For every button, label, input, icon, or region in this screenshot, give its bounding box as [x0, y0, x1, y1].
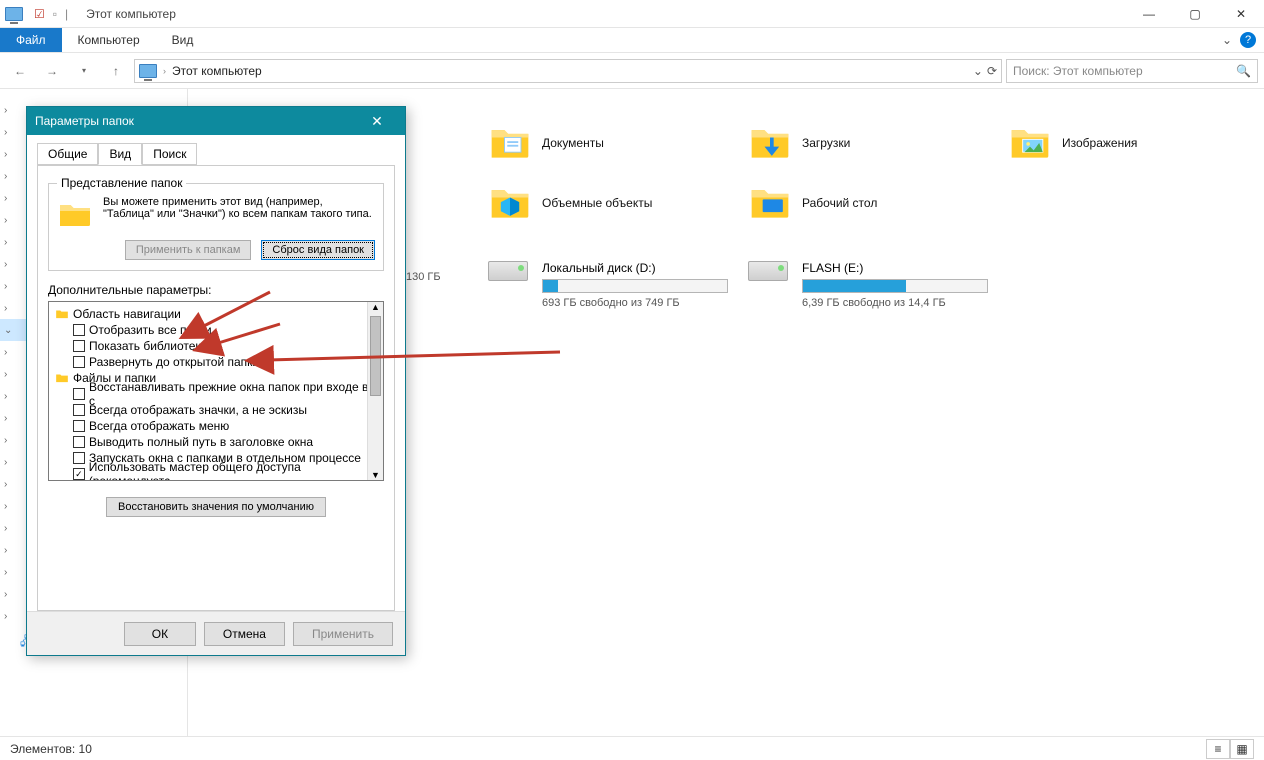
- ribbon-tab-computer[interactable]: Компьютер: [62, 28, 156, 52]
- ribbon-tab-view[interactable]: Вид: [156, 28, 210, 52]
- nav-history-dropdown[interactable]: ▾: [70, 57, 98, 85]
- folder-label: Объемные объекты: [542, 196, 652, 210]
- dialog-tab-content: Представление папок Вы можете применить …: [37, 165, 395, 611]
- drive-free-truncated: 130 ГБ: [406, 271, 466, 283]
- ribbon-expand-icon[interactable]: ⌄: [1222, 33, 1232, 47]
- search-icon: 🔍: [1236, 64, 1251, 78]
- tree-check-restore[interactable]: Восстанавливать прежние окна папок при в…: [55, 386, 377, 402]
- view-details-icon[interactable]: ≡: [1206, 739, 1230, 759]
- folder-label: Изображения: [1062, 136, 1137, 150]
- drive-label: FLASH (E:): [802, 261, 988, 275]
- restore-defaults-button[interactable]: Восстановить значения по умолчанию: [106, 497, 326, 517]
- address-separator-icon: ›: [163, 66, 166, 76]
- drive-tile-d[interactable]: Локальный диск (D:) 693 ГБ свободно из 7…: [488, 261, 728, 309]
- tree-check-sharing[interactable]: ✓Использовать мастер общего доступа (рек…: [55, 466, 377, 481]
- address-dropdown-icon[interactable]: ⌄: [973, 64, 983, 78]
- folder-icon: [1008, 121, 1052, 165]
- folder-icon: [57, 196, 93, 232]
- tree-check-show-all[interactable]: Отобразить все папки: [55, 322, 377, 338]
- dialog-tab-general[interactable]: Общие: [37, 143, 98, 165]
- qat-divider: |: [65, 7, 68, 21]
- address-icon: [139, 64, 157, 78]
- address-crumb[interactable]: Этот компьютер: [172, 64, 262, 78]
- folder-view-fieldset: Представление папок Вы можете применить …: [48, 176, 384, 271]
- refresh-icon[interactable]: ⟳: [987, 64, 997, 78]
- scrollbar-thumb[interactable]: [370, 316, 381, 396]
- dialog-tab-view[interactable]: Вид: [98, 143, 142, 165]
- dialog-tabs: Общие Вид Поиск: [27, 135, 405, 165]
- minimize-button[interactable]: —: [1126, 0, 1172, 28]
- folder-icon: [55, 307, 69, 321]
- folder-icon: [488, 181, 532, 225]
- usage-bar: [542, 279, 728, 293]
- search-placeholder: Поиск: Этот компьютер: [1013, 64, 1143, 78]
- folder-label: Рабочий стол: [802, 196, 877, 210]
- ok-button[interactable]: ОК: [124, 622, 196, 646]
- dialog-title: Параметры папок: [35, 114, 134, 128]
- folder-options-dialog: Параметры папок ✕ Общие Вид Поиск Предст…: [26, 106, 406, 656]
- fieldset-legend: Представление папок: [57, 176, 186, 190]
- app-icon: [2, 2, 26, 26]
- tree-check-show-libs[interactable]: Показать библиотеки: [55, 338, 377, 354]
- reset-folders-button[interactable]: Сброс вида папок: [261, 240, 375, 260]
- folder-tile-documents[interactable]: Документы: [488, 117, 728, 169]
- window-title: Этот компьютер: [86, 7, 176, 21]
- nav-forward-button[interactable]: →: [38, 57, 66, 85]
- qat-item[interactable]: ☑: [34, 7, 45, 21]
- dialog-close-button[interactable]: ✕: [357, 113, 397, 130]
- qat-item[interactable]: ▫: [53, 7, 57, 21]
- folder-icon: [748, 121, 792, 165]
- folder-label: Загрузки: [802, 136, 850, 150]
- drive-tile-c-truncated[interactable]: 130 ГБ: [406, 267, 466, 283]
- tree-check-menu[interactable]: Всегда отображать меню: [55, 418, 377, 434]
- disk-icon: [488, 261, 532, 293]
- search-input[interactable]: Поиск: Этот компьютер 🔍: [1006, 59, 1258, 83]
- help-icon[interactable]: ?: [1240, 32, 1256, 48]
- nav-up-button[interactable]: ↑: [102, 57, 130, 85]
- status-bar: Элементов: 10 ≡ ▦: [0, 736, 1264, 760]
- apply-to-folders-button[interactable]: Применить к папкам: [125, 240, 252, 260]
- drive-free: 693 ГБ свободно из 749 ГБ: [542, 297, 728, 309]
- ribbon-bar: Файл Компьютер Вид ⌄ ?: [0, 28, 1264, 53]
- dialog-titlebar[interactable]: Параметры папок ✕: [27, 107, 405, 135]
- disk-icon: [748, 261, 792, 293]
- cancel-button[interactable]: Отмена: [204, 622, 285, 646]
- tree-check-expand[interactable]: Развернуть до открытой папки: [55, 354, 377, 370]
- folder-icon: [488, 121, 532, 165]
- folder-tile-downloads[interactable]: Загрузки: [748, 117, 988, 169]
- nav-back-button[interactable]: ←: [6, 57, 34, 85]
- address-bar[interactable]: › Этот компьютер ⌄ ⟳: [134, 59, 1002, 83]
- usage-bar: [802, 279, 988, 293]
- drive-tile-e[interactable]: FLASH (E:) 6,39 ГБ свободно из 14,4 ГБ: [748, 261, 988, 309]
- folder-tile-3dobjects[interactable]: Объемные объекты: [488, 177, 728, 229]
- folder-label: Документы: [542, 136, 604, 150]
- view-tiles-icon[interactable]: ▦: [1230, 739, 1254, 759]
- folder-tile-pictures[interactable]: Изображения: [1008, 117, 1248, 169]
- folder-icon: [748, 181, 792, 225]
- tree-scrollbar[interactable]: ▲ ▼: [367, 302, 383, 480]
- advanced-label: Дополнительные параметры:: [48, 283, 384, 297]
- dialog-button-row: ОК Отмена Применить: [27, 611, 405, 655]
- tree-check-fullpath[interactable]: Выводить полный путь в заголовке окна: [55, 434, 377, 450]
- fieldset-hint: Вы можете применить этот вид (например, …: [103, 196, 375, 232]
- ribbon-file-tab[interactable]: Файл: [0, 28, 62, 52]
- drive-label: Локальный диск (D:): [542, 261, 728, 275]
- nav-bar: ← → ▾ ↑ › Этот компьютер ⌄ ⟳ Поиск: Этот…: [0, 53, 1264, 89]
- close-button[interactable]: ✕: [1218, 0, 1264, 28]
- apply-button[interactable]: Применить: [293, 622, 393, 646]
- status-count: Элементов: 10: [10, 742, 92, 756]
- maximize-button[interactable]: ▢: [1172, 0, 1218, 28]
- advanced-tree[interactable]: Область навигации Отобразить все папки П…: [48, 301, 384, 481]
- dialog-tab-search[interactable]: Поиск: [142, 143, 197, 165]
- folder-tile-desktop[interactable]: Рабочий стол: [748, 177, 988, 229]
- folder-icon: [55, 371, 69, 385]
- tree-group-nav[interactable]: Область навигации: [55, 306, 377, 322]
- drive-free: 6,39 ГБ свободно из 14,4 ГБ: [802, 297, 988, 309]
- window-titlebar: ☑ ▫ | Этот компьютер — ▢ ✕: [0, 0, 1264, 28]
